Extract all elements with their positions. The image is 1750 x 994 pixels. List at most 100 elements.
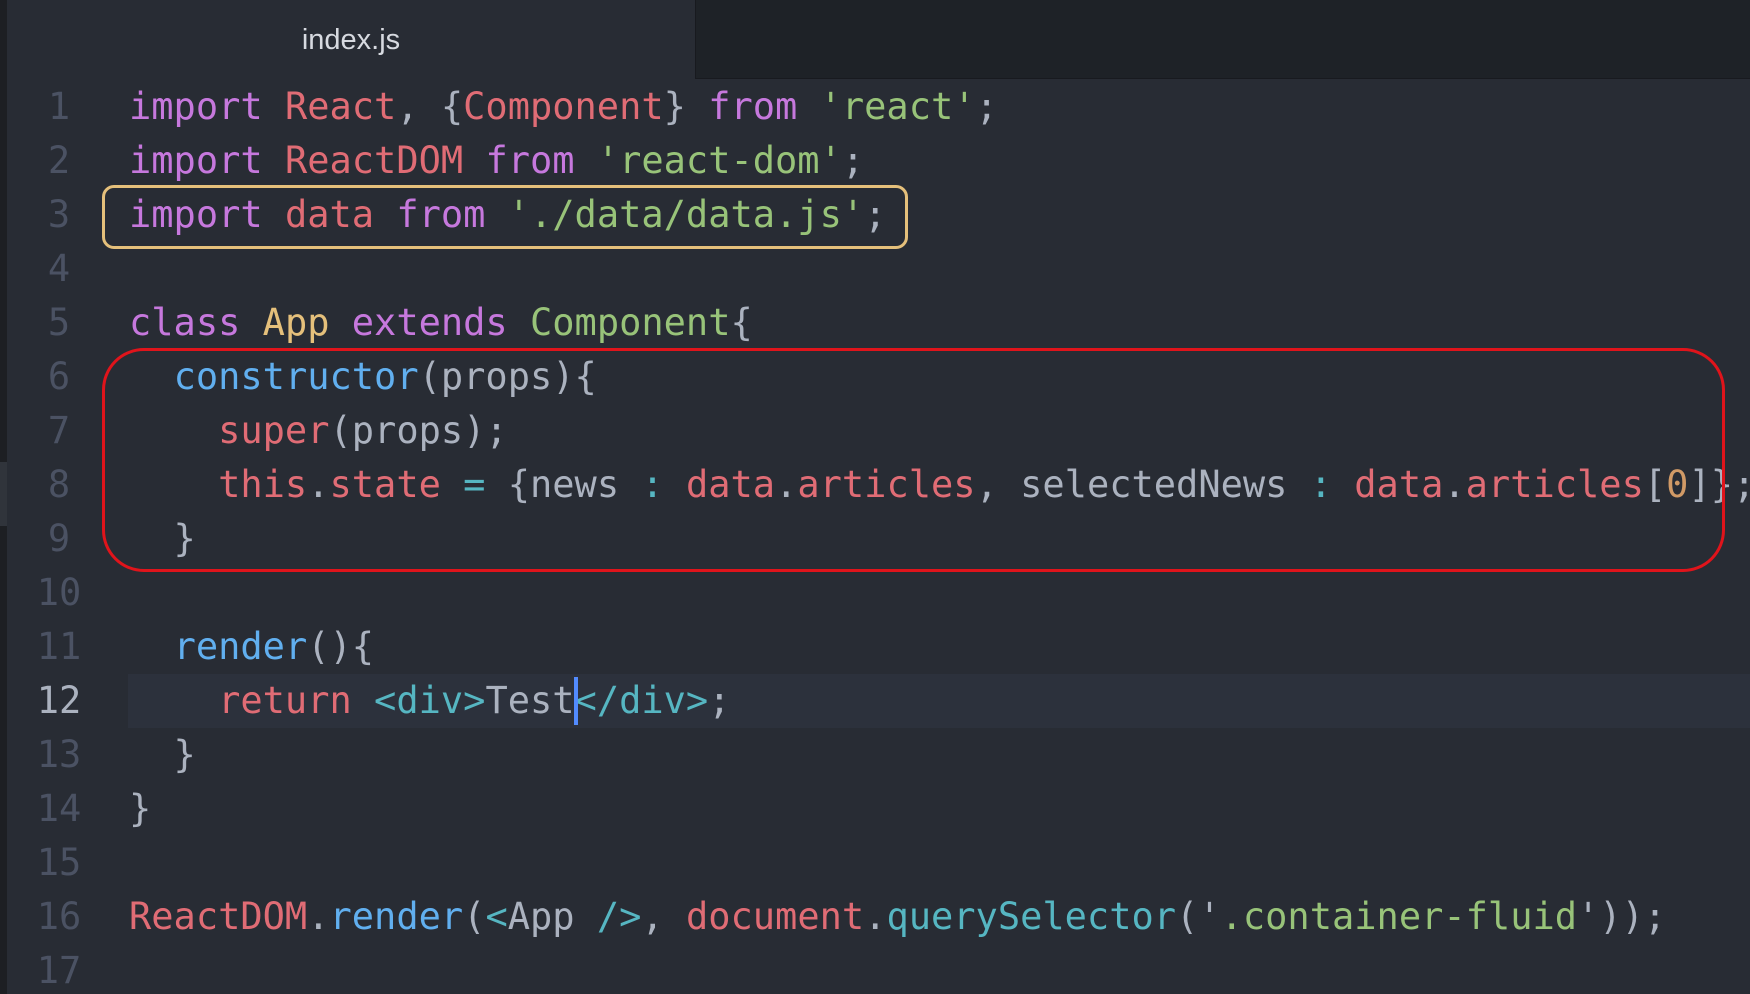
line-number: 11: [36, 625, 82, 668]
line-number: 6: [47, 355, 71, 398]
code-line[interactable]: class App extends Component{: [129, 296, 753, 350]
line-number: 8: [47, 463, 71, 506]
code-token: }: [129, 733, 196, 776]
code-token: '));: [1577, 895, 1667, 938]
line-number: 15: [36, 841, 82, 884]
line-number: 12: [36, 679, 82, 722]
code-token: <: [485, 895, 508, 938]
code-token: App: [507, 895, 597, 938]
code-token: data: [1354, 463, 1444, 506]
code-token: {: [730, 301, 753, 344]
code-line[interactable]: render(){: [129, 620, 374, 674]
code-token: extends: [351, 301, 508, 344]
code-token: }: [129, 517, 196, 560]
tab-title: index.js: [301, 24, 401, 56]
code-line[interactable]: super(props);: [129, 404, 508, 458]
code-token: ,: [641, 895, 686, 938]
code-token: .container-fluid: [1220, 895, 1578, 938]
code-token: {news: [485, 463, 642, 506]
code-token: 'react-dom': [596, 139, 842, 182]
code-token: ;: [975, 85, 998, 128]
line-number: 10: [36, 571, 82, 614]
left-dock-strip: [0, 0, 7, 994]
code-token: (': [1176, 895, 1221, 938]
code-token: class: [129, 301, 241, 344]
code-token: articles: [797, 463, 976, 506]
code-line[interactable]: this.state = {news : data.articles, sele…: [129, 458, 1750, 512]
code-token: (: [463, 895, 486, 938]
line-number: 5: [47, 301, 71, 344]
line-number: 4: [47, 247, 71, 290]
line-number: 17: [36, 949, 82, 992]
code-token: articles: [1465, 463, 1644, 506]
code-token: .: [307, 895, 330, 938]
code-line[interactable]: }: [129, 728, 196, 782]
line-number: 16: [36, 895, 82, 938]
code-token: ]};: [1688, 463, 1750, 506]
line-number: 3: [47, 193, 71, 236]
code-token: this: [218, 463, 308, 506]
code-token: , {: [396, 85, 464, 128]
line-number: 13: [36, 733, 82, 776]
code-token: =: [463, 463, 486, 506]
code-token: super: [218, 409, 330, 452]
code-token: .: [307, 463, 330, 506]
code-token: state: [329, 463, 441, 506]
code-token: App: [262, 301, 330, 344]
code-token: querySelector: [886, 895, 1177, 938]
code-token: , selectedNews: [975, 463, 1310, 506]
code-token: (props){: [418, 355, 597, 398]
code-token: ReactDOM: [284, 139, 464, 182]
code-line[interactable]: import data from './data/data.js';: [129, 188, 886, 242]
code-line[interactable]: }: [129, 782, 151, 836]
code-token: </div>: [574, 679, 709, 722]
line-number: 9: [47, 517, 71, 560]
code-token: <div>: [374, 679, 486, 722]
code-token: constructor: [173, 355, 419, 398]
code-editor-window: index.js 1 2 3 4 5 6 7 8 9 10 11 12 13 14 15 16 17 impor…: [0, 0, 1750, 994]
line-number: 7: [47, 409, 71, 452]
tab-index-js[interactable]: index.js: [7, 0, 696, 79]
code-token: .: [1443, 463, 1466, 506]
code-token: import: [129, 85, 263, 128]
code-line[interactable]: import React, {Component} from 'react';: [129, 80, 998, 134]
code-token: import: [129, 193, 263, 236]
code-area[interactable]: 1 2 3 4 5 6 7 8 9 10 11 12 13 14 15 16 17 import React, …: [7, 79, 1750, 994]
code-token: />: [596, 895, 642, 938]
code-line[interactable]: return <div>Test</div>;: [129, 674, 730, 728]
code-token: data: [685, 463, 776, 506]
code-token: .: [775, 463, 798, 506]
code-line[interactable]: }: [129, 512, 196, 566]
code-token: data: [284, 193, 375, 236]
code-token: ;: [864, 193, 887, 236]
code-token: ReactDOM: [129, 895, 308, 938]
code-line[interactable]: ReactDOM.render(<App />, document.queryS…: [129, 890, 1666, 944]
code-token: ;: [841, 139, 865, 182]
code-token: :: [1309, 463, 1332, 506]
code-token: './data/data.js': [507, 193, 865, 236]
code-token: Component: [463, 85, 664, 128]
code-token: render: [173, 625, 308, 668]
line-number: 2: [47, 139, 71, 182]
code-token: [: [1643, 463, 1667, 506]
dock-resize-handle[interactable]: [0, 462, 7, 526]
code-line[interactable]: import ReactDOM from 'react-dom';: [129, 134, 864, 188]
code-line[interactable]: constructor(props){: [129, 350, 597, 404]
code-token: (props);: [329, 409, 508, 452]
code-token: from: [396, 193, 486, 236]
code-token: 'react': [819, 85, 976, 128]
code-token: from: [485, 139, 575, 182]
